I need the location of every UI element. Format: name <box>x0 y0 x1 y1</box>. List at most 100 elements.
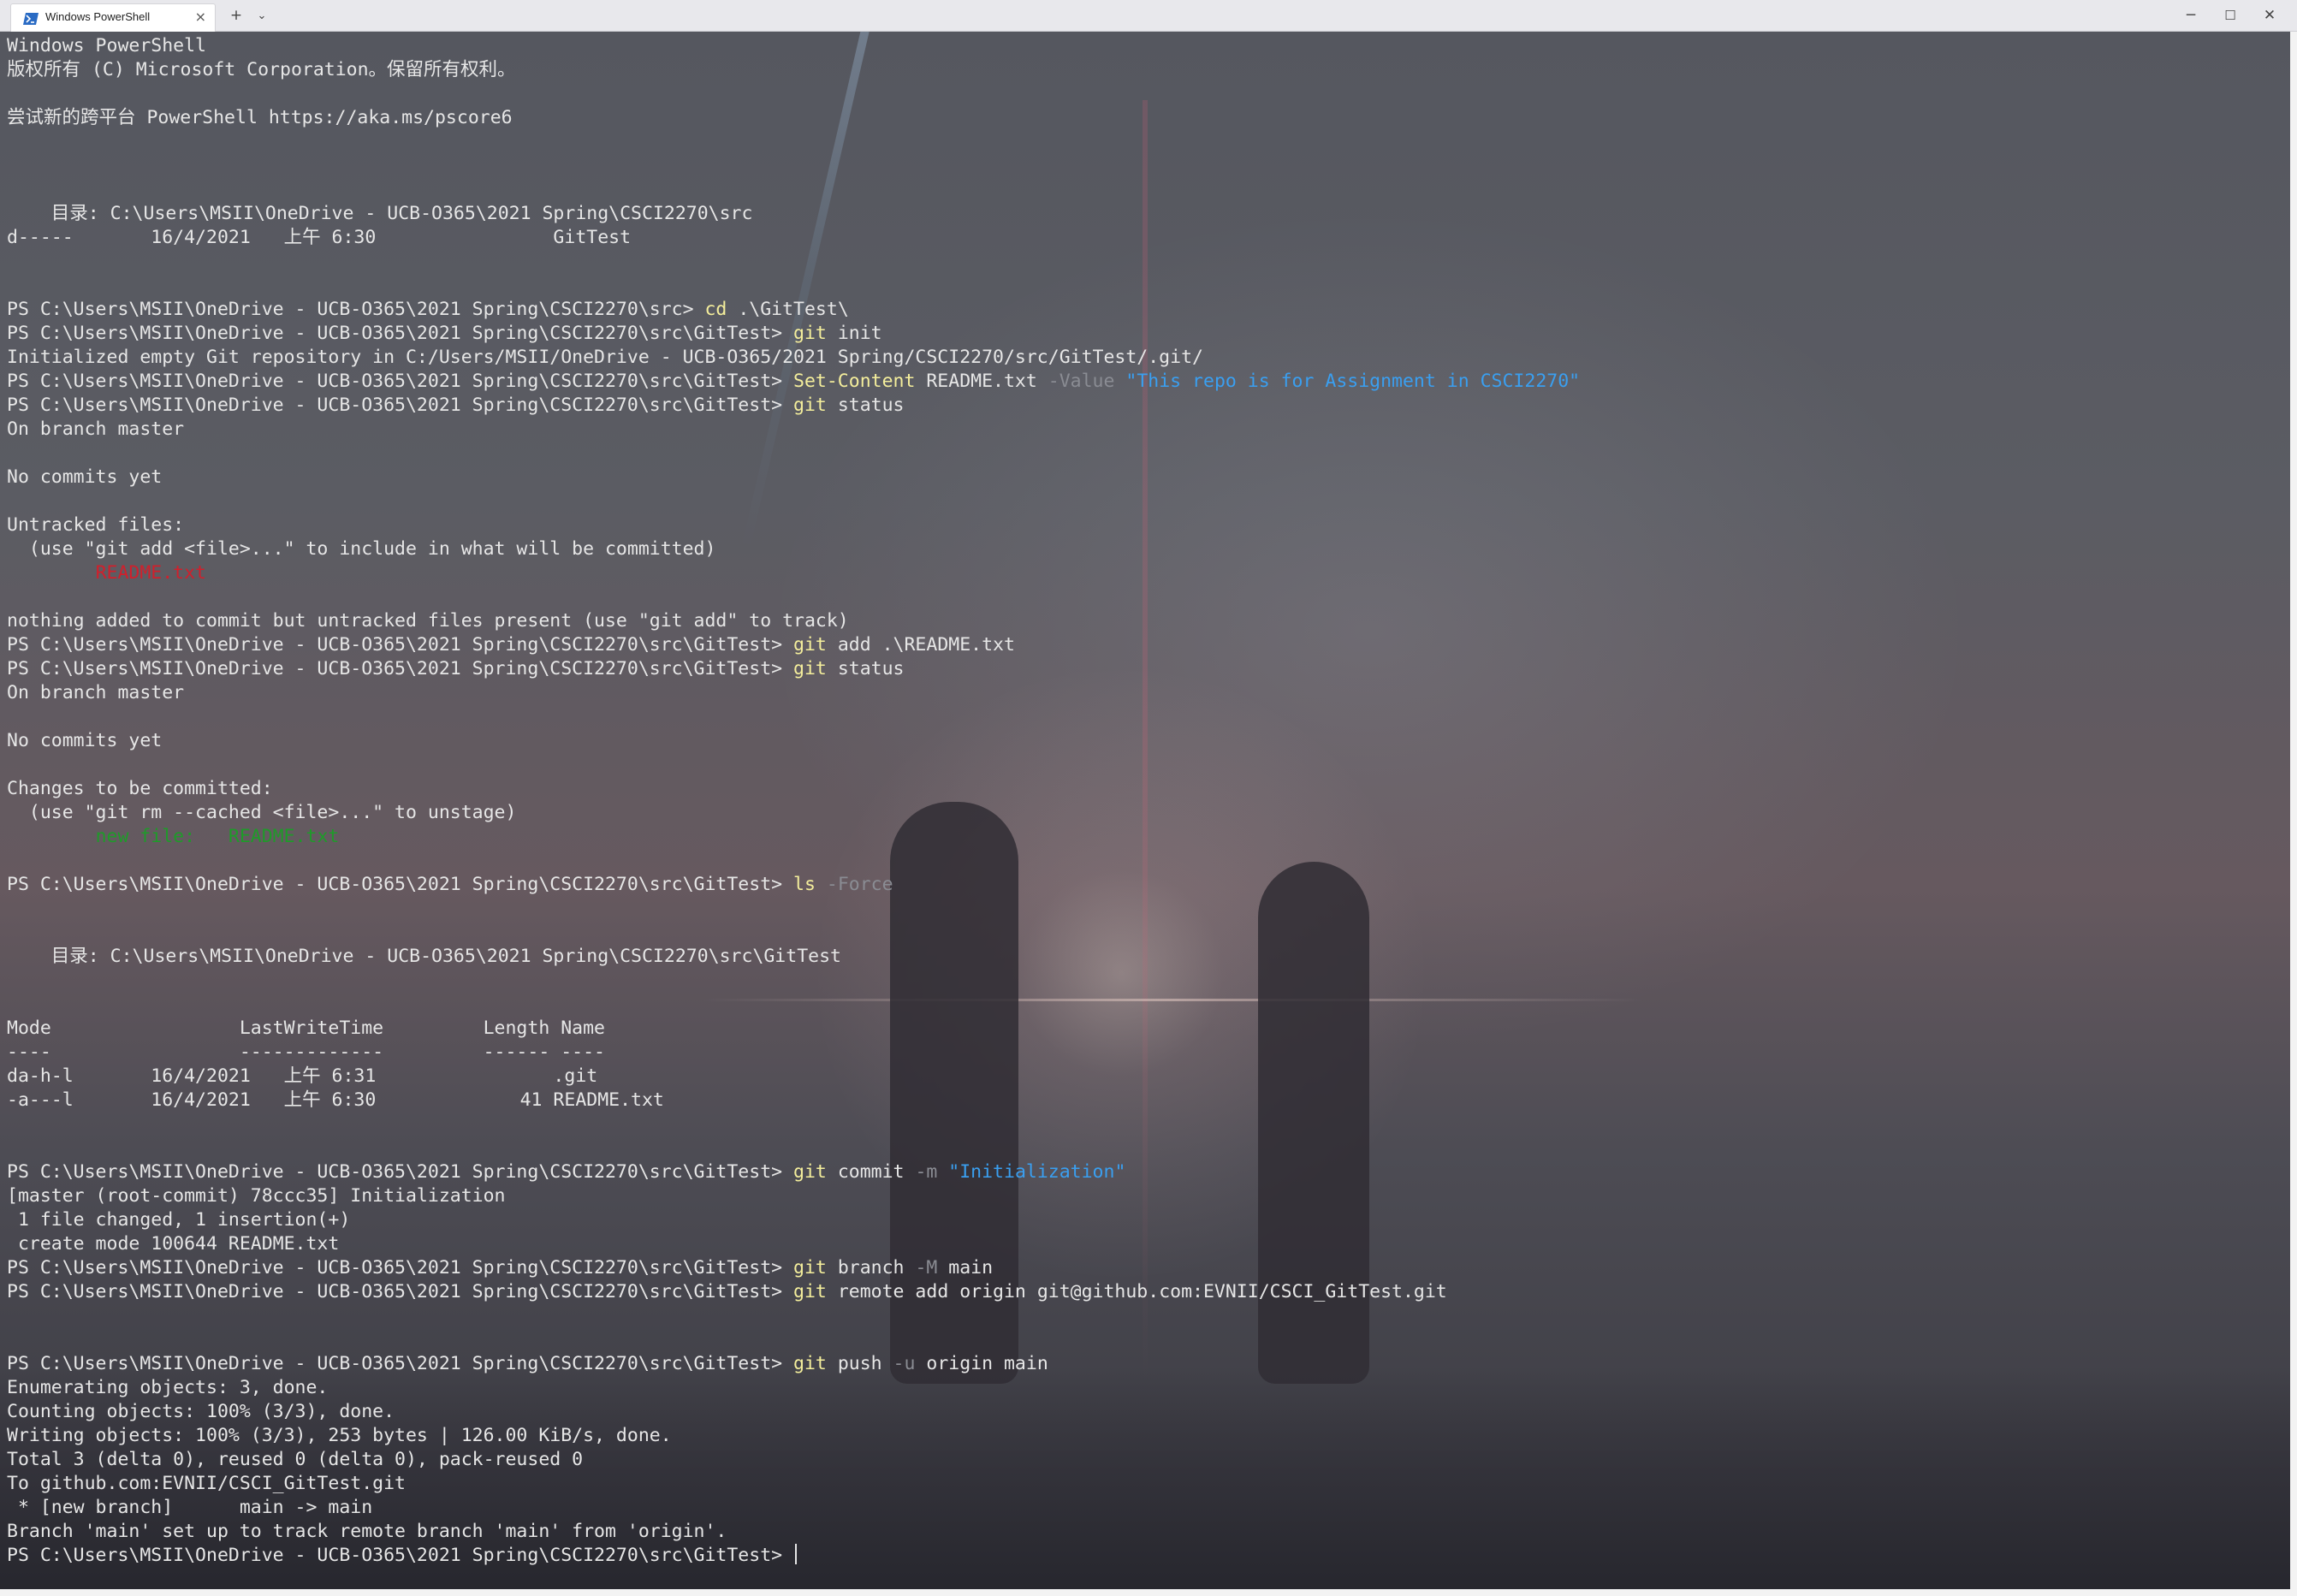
terminal-line: No commits yet <box>7 729 1580 753</box>
powershell-icon <box>23 12 39 25</box>
terminal-line: PS C:\Users\MSII\OneDrive - UCB-O365\202… <box>7 1256 1580 1280</box>
terminal-text: origin main <box>915 1353 1048 1374</box>
terminal-text: Changes to be committed: <box>7 778 273 799</box>
terminal-line: To github.com:EVNII/CSCI_GitTest.git <box>7 1472 1580 1496</box>
terminal-text: No commits yet <box>7 466 163 488</box>
terminal-text: Branch 'main' set up to track remote bra… <box>7 1521 727 1542</box>
terminal-text: Initialized empty Git repository in C:/U… <box>7 347 1203 368</box>
tab-close-icon[interactable]: × <box>195 9 206 25</box>
terminal-line: On branch master <box>7 681 1580 705</box>
terminal-text: 目录: C:\Users\MSII\OneDrive - UCB-O365\20… <box>7 203 753 224</box>
scrollbar[interactable] <box>2290 32 2297 1589</box>
terminal-line: ---- ------------- ------ ---- <box>7 1041 1580 1065</box>
terminal-text: Untracked files: <box>7 514 185 536</box>
terminal-line: PS C:\Users\MSII\OneDrive - UCB-O365\202… <box>7 298 1580 322</box>
terminal-token-cmd: Set-Content <box>793 371 916 392</box>
title-bar: Windows PowerShell × + ⌄ ─ ☐ ✕ <box>0 0 2297 32</box>
terminal-line: (use "git add <file>..." to include in w… <box>7 537 1580 561</box>
terminal-text: To github.com:EVNII/CSCI_GitTest.git <box>7 1473 406 1494</box>
terminal-text: da-h-l 16/4/2021 上午 6:31 .git <box>7 1065 598 1087</box>
terminal-text: PS C:\Users\MSII\OneDrive - UCB-O365\202… <box>7 1545 794 1566</box>
terminal-line: Initialized empty Git repository in C:/U… <box>7 346 1580 370</box>
terminal-text: remote add origin git@github.com:EVNII/C… <box>826 1281 1447 1302</box>
terminal-token-param: -Value <box>1048 371 1115 392</box>
terminal-text: README.txt <box>915 371 1048 392</box>
close-button[interactable]: ✕ <box>2252 0 2287 32</box>
terminal-text: (use "git rm --cached <file>..." to unst… <box>7 802 517 823</box>
terminal-line: PS C:\Users\MSII\OneDrive - UCB-O365\202… <box>7 1160 1580 1184</box>
terminal-token-cmd: git <box>793 395 827 416</box>
terminal-text: 版权所有 (C) Microsoft Corporation。保留所有权利。 <box>7 59 516 80</box>
terminal-line: PS C:\Users\MSII\OneDrive - UCB-O365\202… <box>7 394 1580 418</box>
tab-windows-powershell[interactable]: Windows PowerShell × <box>10 3 216 32</box>
terminal-text: status <box>826 395 905 416</box>
terminal-line: da-h-l 16/4/2021 上午 6:31 .git <box>7 1065 1580 1089</box>
terminal-token-cmd: git <box>793 658 827 679</box>
terminal-line: No commits yet <box>7 466 1580 489</box>
terminal-text: PS C:\Users\MSII\OneDrive - UCB-O365\202… <box>7 299 705 320</box>
terminal-token-red: README.txt <box>95 562 207 584</box>
terminal-text: .\GitTest\ <box>727 299 849 320</box>
terminal-text: 尝试新的跨平台 PowerShell https://aka.ms/pscore… <box>7 107 513 128</box>
terminal-token-cmd: cd <box>704 299 727 320</box>
chevron-down-icon[interactable]: ⌄ <box>245 0 279 32</box>
terminal-text: Total 3 (delta 0), reused 0 (delta 0), p… <box>7 1449 584 1470</box>
terminal-line: Total 3 (delta 0), reused 0 (delta 0), p… <box>7 1448 1580 1472</box>
terminal-line: README.txt <box>7 561 1580 585</box>
terminal-text: main <box>937 1257 994 1279</box>
terminal-line: Writing objects: 100% (3/3), 253 bytes |… <box>7 1424 1580 1448</box>
terminal-text: commit <box>826 1161 916 1183</box>
terminal-text: PS C:\Users\MSII\OneDrive - UCB-O365\202… <box>7 1161 794 1183</box>
terminal-text: PS C:\Users\MSII\OneDrive - UCB-O365\202… <box>7 634 794 656</box>
terminal-line: Branch 'main' set up to track remote bra… <box>7 1520 1580 1544</box>
terminal-text: PS C:\Users\MSII\OneDrive - UCB-O365\202… <box>7 323 794 344</box>
terminal-text: push <box>826 1353 893 1374</box>
terminal-line: 目录: C:\Users\MSII\OneDrive - UCB-O365\20… <box>7 202 1580 226</box>
terminal-line: Windows PowerShell <box>7 34 1580 58</box>
terminal-pane[interactable]: Windows PowerShell 版权所有 (C) Microsoft Cor… <box>0 32 2290 1589</box>
terminal-line: PS C:\Users\MSII\OneDrive - UCB-O365\202… <box>7 1352 1580 1376</box>
terminal-line: PS C:\Users\MSII\OneDrive - UCB-O365\202… <box>7 322 1580 346</box>
terminal-token-cmd: git <box>793 1161 827 1183</box>
terminal-token-param: -u <box>893 1353 916 1374</box>
maximize-button[interactable]: ☐ <box>2213 0 2247 32</box>
terminal-token-cmd: git <box>793 1281 827 1302</box>
terminal-text: No commits yet <box>7 730 163 751</box>
terminal-text: PS C:\Users\MSII\OneDrive - UCB-O365\202… <box>7 1281 794 1302</box>
terminal-token-param: -Force <box>826 874 893 895</box>
terminal-text: Writing objects: 100% (3/3), 253 bytes |… <box>7 1425 672 1446</box>
terminal-line: [master (root-commit) 78ccc35] Initializ… <box>7 1184 1580 1208</box>
terminal-text: Enumerating objects: 3, done. <box>7 1377 329 1398</box>
terminal-line: -a---l 16/4/2021 上午 6:30 41 README.txt <box>7 1089 1580 1112</box>
terminal-line: * [new branch] main -> main <box>7 1496 1580 1520</box>
terminal-token-str: "This repo is for Assignment in CSCI2270… <box>1125 371 1581 392</box>
minimize-button[interactable]: ─ <box>2174 0 2208 32</box>
window-bottom-edge <box>0 1589 2297 1596</box>
terminal-text: PS C:\Users\MSII\OneDrive - UCB-O365\202… <box>7 371 794 392</box>
terminal-line: 目录: C:\Users\MSII\OneDrive - UCB-O365\20… <box>7 945 1580 969</box>
terminal-text: * [new branch] main -> main <box>7 1497 373 1518</box>
terminal-token-cmd: git <box>793 634 827 656</box>
terminal-text: On branch master <box>7 418 185 440</box>
terminal-text: Counting objects: 100% (3/3), done. <box>7 1401 395 1422</box>
terminal-token-str: "Initialization" <box>948 1161 1126 1183</box>
terminal-token-cmd: git <box>793 1257 827 1279</box>
